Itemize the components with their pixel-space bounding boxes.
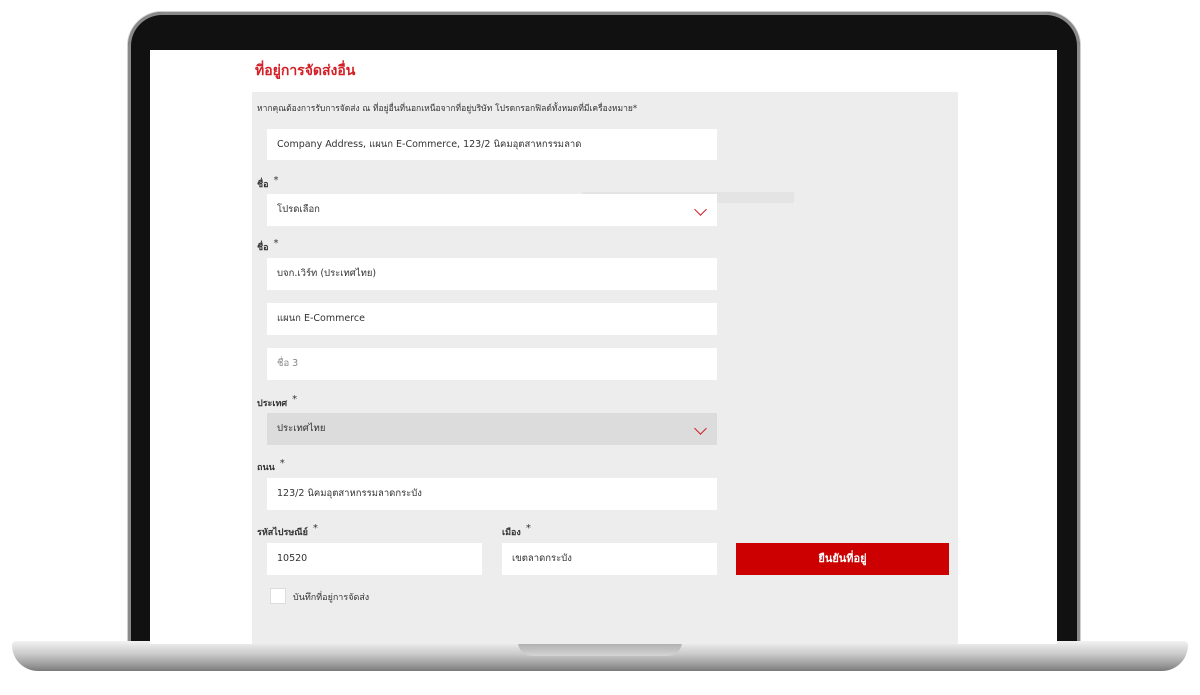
chevron-down-icon bbox=[694, 203, 707, 216]
street-label: ถนน * bbox=[257, 458, 285, 473]
chevron-down-icon bbox=[694, 422, 707, 435]
name-group-label: ชื่อ * bbox=[257, 238, 279, 253]
company-address-field[interactable]: Company Address, แผนก E-Commerce, 123/2 … bbox=[267, 129, 717, 160]
name-line3-input[interactable]: ชื่อ 3 bbox=[267, 348, 717, 380]
laptop-screen: ที่อยู่การจัดส่งอื่น หากคุณต้องการรับการ… bbox=[150, 50, 1057, 644]
country-label: ประเทศ * bbox=[257, 394, 298, 409]
company-address-value: Company Address, แผนก E-Commerce, 123/2 … bbox=[277, 139, 582, 150]
country-value: ประเทศไทย bbox=[277, 423, 326, 434]
street-input[interactable]: 123/2 นิคมอุตสาหกรรมลาดกระบัง bbox=[267, 478, 717, 510]
postcode-label: รหัสไปรษณีย์ * bbox=[257, 523, 318, 538]
form-instruction: หากคุณต้องการรับการจัดส่ง ณ ที่อยู่อื่นท… bbox=[257, 104, 638, 114]
name-line1-input[interactable]: บจก.เวิร์ท (ประเทศไทย) bbox=[267, 258, 717, 290]
city-input[interactable]: เขตลาดกระบัง bbox=[502, 543, 717, 575]
save-address-checkbox[interactable] bbox=[270, 588, 286, 604]
postcode-input[interactable]: 10520 bbox=[267, 543, 482, 575]
section-title: ที่อยู่การจัดส่งอื่น bbox=[255, 63, 356, 79]
country-select[interactable]: ประเทศไทย bbox=[267, 413, 717, 445]
name-select-label: ชื่อ * bbox=[257, 175, 279, 190]
name-line2-input[interactable]: แผนก E-Commerce bbox=[267, 303, 717, 335]
city-label: เมือง * bbox=[502, 523, 531, 538]
name-select-value: โปรดเลือก bbox=[277, 204, 320, 215]
save-address-label: บันทึกที่อยู่การจัดส่ง bbox=[293, 593, 370, 603]
check-address-button[interactable]: ยืนยันที่อยู่ bbox=[736, 543, 949, 575]
name-select-dropdown[interactable]: โปรดเลือก bbox=[267, 194, 717, 226]
